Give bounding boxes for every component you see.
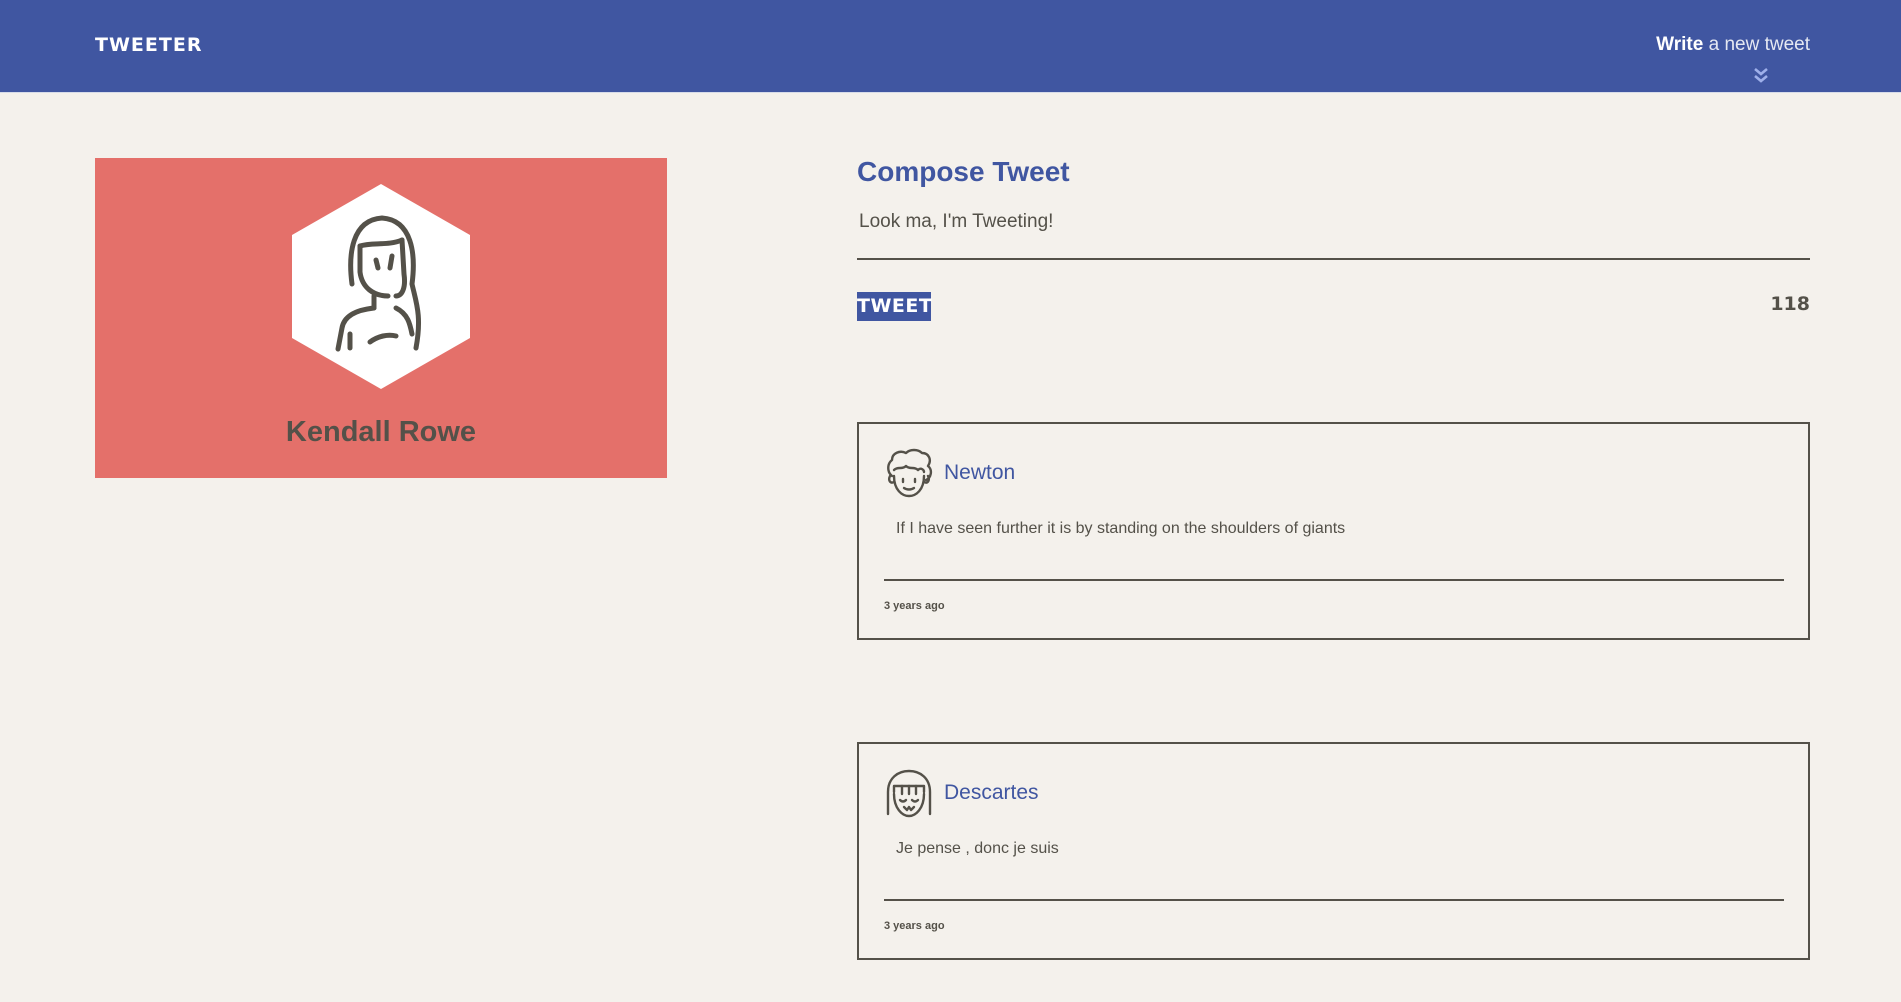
tweet-card: Descartes Je pense , donc je suis 3 year… xyxy=(857,742,1810,960)
tweet-timestamp: 3 years ago xyxy=(884,920,945,932)
profile-name: Kendall Rowe xyxy=(285,416,477,448)
brand-logo[interactable]: TWEETER xyxy=(95,34,202,56)
curly-hair-avatar-icon xyxy=(887,448,933,498)
tweet-textarea[interactable] xyxy=(857,208,1810,260)
tweet-timestamp: 3 years ago xyxy=(884,600,945,612)
tweet-card: Newton If I have seen further it is by s… xyxy=(857,422,1810,640)
double-chevron-down-icon[interactable] xyxy=(1752,66,1770,84)
compose-title: Compose Tweet xyxy=(857,156,1070,187)
tweet-divider xyxy=(884,579,1784,581)
tweet-button[interactable]: TWEET xyxy=(857,292,932,321)
new-tweet-label: a new tweet xyxy=(1703,34,1810,55)
character-counter: 118 xyxy=(1770,293,1810,315)
profile-card: Kendall Rowe xyxy=(95,158,667,478)
bob-hair-avatar-icon xyxy=(886,769,932,818)
write-label: Write xyxy=(1656,34,1704,55)
tweet-author[interactable]: Descartes xyxy=(944,781,1039,805)
write-tweet-toggle[interactable]: Write a new tweet xyxy=(1656,34,1810,56)
top-nav: TWEETER Write a new tweet xyxy=(0,0,1901,93)
tweet-content: If I have seen further it is by standing… xyxy=(896,520,1346,537)
tweet-content: Je pense , donc je suis xyxy=(896,840,1059,857)
woman-avatar-icon xyxy=(292,184,470,389)
tweet-divider xyxy=(884,899,1784,901)
tweet-author[interactable]: Newton xyxy=(944,461,1015,485)
